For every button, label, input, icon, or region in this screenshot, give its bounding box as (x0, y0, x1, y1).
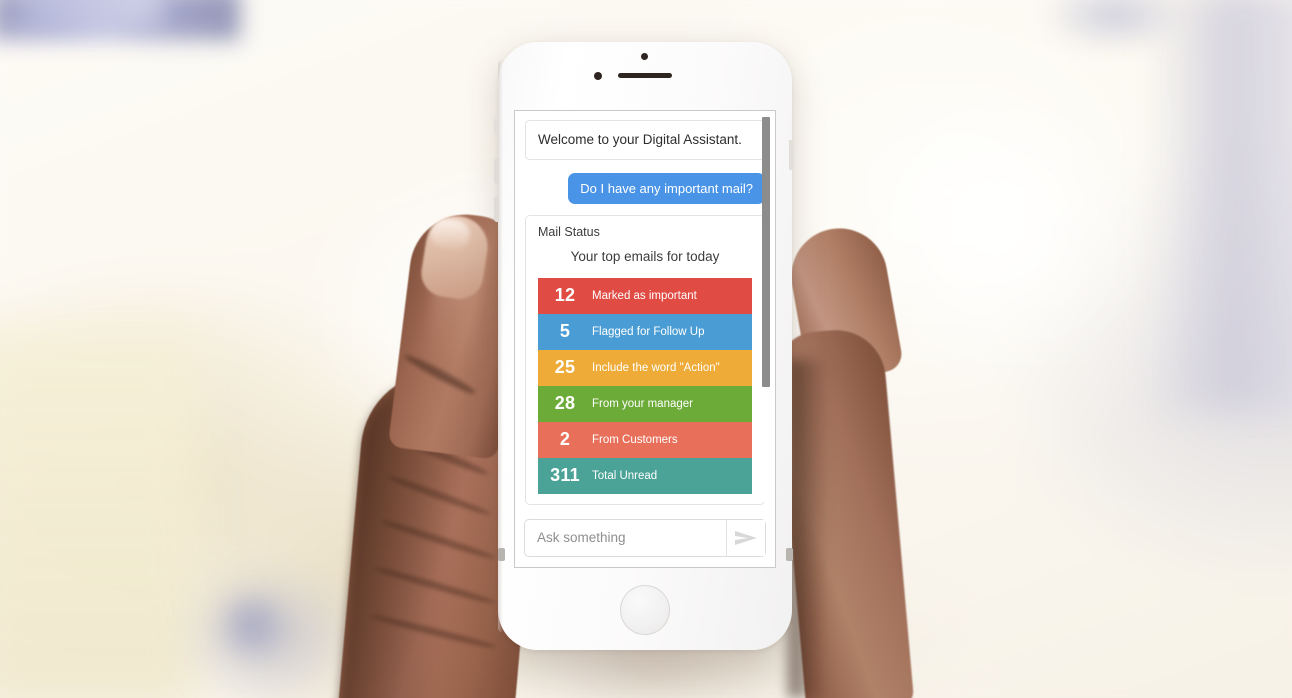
mail-category-count: 25 (554, 357, 576, 378)
phone-screen: Welcome to your Digital Assistant. Do I … (514, 110, 776, 568)
send-button[interactable] (726, 519, 765, 556)
phone-left-edge (498, 60, 503, 632)
mail-category-label: Flagged for Follow Up (592, 325, 705, 338)
earpiece-speaker-icon (618, 73, 672, 78)
mail-category-bars: 12 Marked as important 5 Flagged for Follow… (526, 277, 764, 504)
composer-input-wrapper (524, 518, 766, 557)
composer-bar (515, 507, 775, 567)
mail-category-bar[interactable]: 28 From your manager (538, 385, 752, 422)
assistant-welcome-text: Welcome to your Digital Assistant. (538, 132, 742, 147)
antenna-band-right (786, 548, 793, 561)
chat-scroll-area[interactable]: Welcome to your Digital Assistant. Do I … (515, 111, 775, 507)
assistant-message-card: Welcome to your Digital Assistant. (525, 120, 765, 160)
mail-category-count: 28 (554, 393, 576, 414)
power-button[interactable] (789, 140, 794, 170)
mail-category-bar[interactable]: 25 Include the word "Action" (538, 349, 752, 386)
ask-something-input[interactable] (525, 519, 726, 556)
proximity-sensor-icon (594, 72, 602, 80)
mail-category-label: Include the word "Action" (592, 361, 720, 374)
mail-status-subtitle: Your top emails for today (570, 248, 720, 264)
user-message-bubble: Do I have any important mail? (568, 172, 765, 204)
mail-category-count: 12 (554, 285, 576, 306)
chat-scrollbar-thumb[interactable] (762, 117, 770, 387)
mail-category-bar[interactable]: 12 Marked as important (538, 277, 752, 314)
mail-category-bar[interactable]: 311 Total Unread (538, 457, 752, 494)
volume-up-button[interactable] (494, 158, 499, 184)
mail-status-title: Mail Status (538, 224, 600, 239)
chat-scrollbar-track[interactable] (762, 113, 773, 505)
user-message-row: Do I have any important mail? (525, 172, 765, 204)
volume-down-button[interactable] (494, 196, 499, 222)
send-arrow-icon (733, 529, 759, 547)
mail-category-label: From your manager (592, 397, 693, 410)
mail-category-bar[interactable]: 2 From Customers (538, 421, 752, 458)
antenna-band-left (498, 548, 505, 561)
mail-category-label: Total Unread (592, 469, 658, 482)
mail-category-label: Marked as important (592, 289, 697, 302)
mail-category-count: 311 (550, 465, 580, 486)
finger-shading (788, 360, 828, 698)
mail-category-count: 2 (559, 429, 571, 450)
silent-switch[interactable] (494, 118, 499, 134)
home-button[interactable] (620, 585, 670, 635)
mail-category-count: 5 (559, 321, 571, 342)
mail-category-label: From Customers (592, 433, 678, 446)
mail-category-bar[interactable]: 5 Flagged for Follow Up (538, 313, 752, 350)
front-camera-icon (641, 53, 648, 60)
mail-status-card: Mail Status Your top emails for today 12… (525, 214, 765, 505)
